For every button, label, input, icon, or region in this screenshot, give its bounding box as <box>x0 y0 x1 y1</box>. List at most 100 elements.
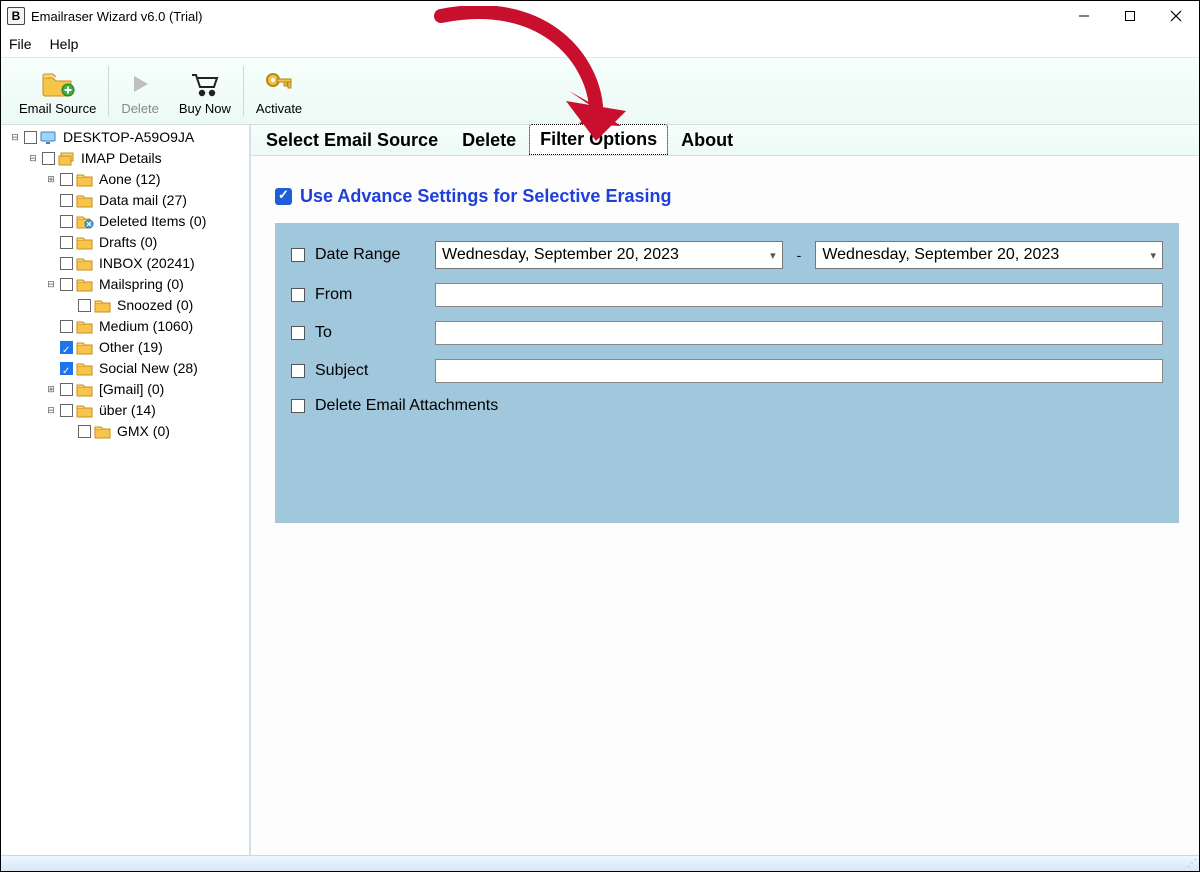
close-button[interactable] <box>1153 1 1199 31</box>
spacer <box>45 342 57 354</box>
tab-about[interactable]: About <box>670 125 744 155</box>
checkbox[interactable] <box>60 194 73 207</box>
email-source-button[interactable]: Email Source <box>9 62 106 120</box>
date-from-picker[interactable]: Wednesday, September 20, 2023 ▾ <box>435 241 783 269</box>
date-range-checkbox[interactable] <box>291 248 305 262</box>
delete-attachments-checkbox[interactable] <box>291 399 305 413</box>
checkbox[interactable] <box>60 383 73 396</box>
checkbox[interactable] <box>60 320 73 333</box>
tab-select-source[interactable]: Select Email Source <box>255 125 449 155</box>
filter-content: Use Advance Settings for Selective Erasi… <box>251 155 1199 855</box>
tree-item[interactable]: ⊞ Aone (12) <box>45 169 249 190</box>
menu-file[interactable]: File <box>9 36 32 52</box>
delete-button[interactable]: Delete <box>111 62 169 120</box>
tree-item-label: GMX (0) <box>115 421 172 442</box>
tree-item[interactable]: Medium (1060) <box>45 316 249 337</box>
advance-settings-checkbox[interactable] <box>275 188 292 205</box>
subject-input[interactable] <box>435 359 1163 383</box>
tree-item[interactable]: Other (19) <box>45 337 249 358</box>
tree-label: IMAP Details <box>79 148 164 169</box>
from-input[interactable] <box>435 283 1163 307</box>
checkbox[interactable] <box>24 131 37 144</box>
chevron-down-icon: ▾ <box>770 249 776 262</box>
checkbox[interactable] <box>60 278 73 291</box>
tab-strip: Select Email Source Delete Filter Option… <box>251 125 1199 155</box>
tree-item[interactable]: Social New (28) <box>45 358 249 379</box>
date-to-picker[interactable]: Wednesday, September 20, 2023 ▾ <box>815 241 1163 269</box>
tree-item[interactable]: INBOX (20241) <box>45 253 249 274</box>
folder-icon <box>76 257 94 271</box>
date-separator: - <box>793 247 806 263</box>
spacer <box>45 363 57 375</box>
tab-delete[interactable]: Delete <box>451 125 527 155</box>
toolbar-divider <box>243 66 244 116</box>
tree-item-label: Snoozed (0) <box>115 295 195 316</box>
tree-item[interactable]: Drafts (0) <box>45 232 249 253</box>
minimize-button[interactable] <box>1061 1 1107 31</box>
toolbar-label: Email Source <box>19 101 96 116</box>
tree-item-label: Mailspring (0) <box>97 274 186 295</box>
menu-help[interactable]: Help <box>50 36 79 52</box>
folder-icon <box>94 299 112 313</box>
tree-item[interactable]: ⊟ Mailspring (0) <box>45 274 249 295</box>
folder-tree[interactable]: ⊟ DESKTOP-A59O9JA ⊟ <box>1 125 249 855</box>
toolbar: Email Source Delete Buy Now <box>1 57 1199 125</box>
app-window: B Emailraser Wizard v6.0 (Trial) File He… <box>0 0 1200 872</box>
toolbar-label: Buy Now <box>179 101 231 116</box>
chevron-down-icon: ▾ <box>1150 249 1156 262</box>
checkbox[interactable] <box>60 236 73 249</box>
tree-item[interactable]: ⊞[Gmail] (0) <box>45 379 249 400</box>
checkbox[interactable] <box>42 152 55 165</box>
tree-imap[interactable]: ⊟ IMAP Details <box>27 148 249 169</box>
to-label: To <box>315 324 425 342</box>
collapse-icon[interactable]: ⊟ <box>27 153 39 165</box>
folder-icon <box>76 404 94 418</box>
collapse-icon[interactable]: ⊟ <box>9 132 21 144</box>
tree-item-label: Drafts (0) <box>97 232 159 253</box>
activate-button[interactable]: Activate <box>246 62 312 120</box>
date-to-value: Wednesday, September 20, 2023 <box>822 246 1059 264</box>
folder-icon <box>94 425 112 439</box>
menu-bar: File Help <box>1 31 1199 57</box>
folders-icon <box>58 152 76 166</box>
cart-icon <box>190 67 220 101</box>
tree-item[interactable]: Data mail (27) <box>45 190 249 211</box>
checkbox[interactable] <box>60 173 73 186</box>
expand-icon[interactable]: ⊟ <box>45 405 57 417</box>
maximize-icon <box>1124 10 1136 22</box>
checkbox[interactable] <box>60 215 73 228</box>
checkbox[interactable] <box>60 341 73 354</box>
key-icon <box>264 67 294 101</box>
resize-grip-icon[interactable]: ⋰ <box>1187 858 1197 869</box>
tree-item-label: Medium (1060) <box>97 316 195 337</box>
buy-now-button[interactable]: Buy Now <box>169 62 241 120</box>
toolbar-label: Activate <box>256 101 302 116</box>
checkbox[interactable] <box>78 425 91 438</box>
trash-folder-icon <box>76 215 94 229</box>
tree-item[interactable]: Deleted Items (0) <box>45 211 249 232</box>
tree-root[interactable]: ⊟ DESKTOP-A59O9JA <box>9 127 249 148</box>
tab-filter-options[interactable]: Filter Options <box>529 124 668 155</box>
folder-add-icon <box>41 67 75 101</box>
tree-item-label: Aone (12) <box>97 169 162 190</box>
to-input[interactable] <box>435 321 1163 345</box>
maximize-button[interactable] <box>1107 1 1153 31</box>
checkbox[interactable] <box>78 299 91 312</box>
app-icon: B <box>7 7 25 25</box>
tree-item[interactable]: ⊟über (14) <box>45 400 249 421</box>
from-label: From <box>315 286 425 304</box>
expand-icon[interactable]: ⊞ <box>45 174 57 186</box>
tree-item[interactable]: GMX (0) <box>63 421 249 442</box>
window-controls <box>1061 1 1199 31</box>
from-checkbox[interactable] <box>291 288 305 302</box>
checkbox[interactable] <box>60 404 73 417</box>
checkbox[interactable] <box>60 257 73 270</box>
toolbar-divider <box>108 66 109 116</box>
tree-item[interactable]: Snoozed (0) <box>63 295 249 316</box>
to-checkbox[interactable] <box>291 326 305 340</box>
expand-icon[interactable]: ⊞ <box>45 384 57 396</box>
expand-icon[interactable]: ⊟ <box>45 279 57 291</box>
checkbox[interactable] <box>60 362 73 375</box>
spacer <box>45 216 57 228</box>
subject-checkbox[interactable] <box>291 364 305 378</box>
